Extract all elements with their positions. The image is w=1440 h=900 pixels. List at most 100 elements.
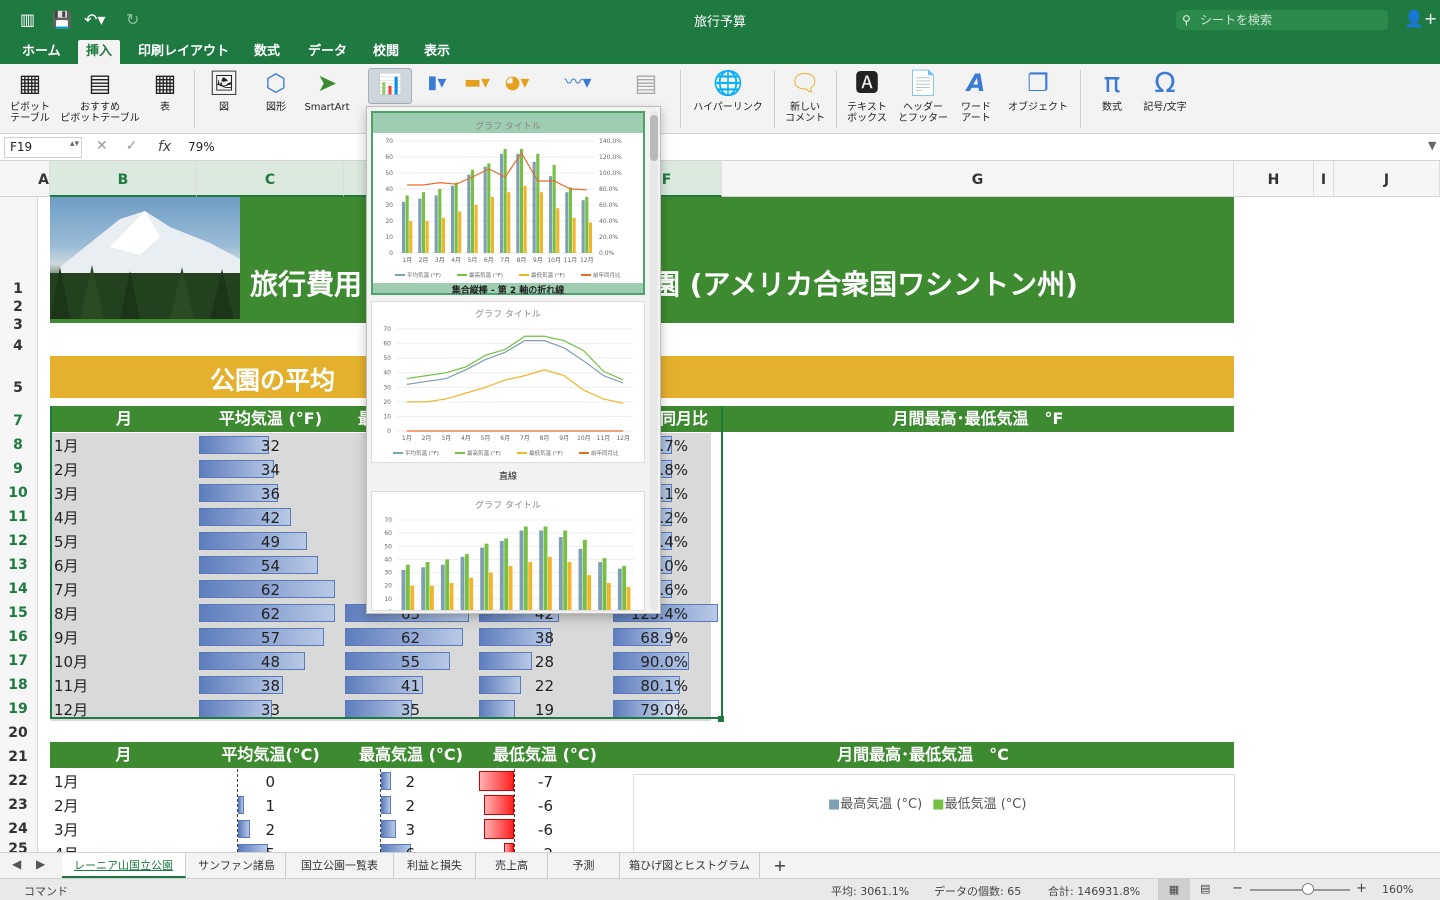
status-sum: 合計: 146931.8% [1048, 885, 1141, 898]
axis-dash-low [514, 769, 515, 852]
sheet-tab-parks[interactable]: 国立公園一覧表 [286, 853, 394, 878]
object-button[interactable]: ❐ オブジェクト [1004, 68, 1072, 113]
gallery-item-combo[interactable]: グラフ タイトル 0 10 20 30 40 50 60 70 0.0% 20.0% 40.0% 60… [371, 111, 645, 296]
smartart-button[interactable]: ➤ SmartArt [300, 68, 354, 113]
column-header-a[interactable]: A [38, 161, 50, 197]
low-c-cell[interactable]: -6 [515, 793, 553, 817]
fx-icon[interactable]: fx [158, 139, 171, 155]
column-header-h[interactable]: H [1234, 161, 1314, 197]
zoom-slider[interactable] [1250, 889, 1350, 891]
pivot-table-button[interactable]: ▦ ピボット テーブル [6, 68, 54, 124]
formula-expand-icon[interactable]: ▼ [1428, 139, 1436, 152]
bar-0-8 [558, 537, 563, 610]
pie-chart-button[interactable]: ◕▾ [500, 68, 534, 102]
column-header-i[interactable]: I [1314, 161, 1334, 197]
formula-input[interactable]: 79% [188, 140, 215, 154]
x-tick-label: 9月 [533, 257, 543, 264]
celsius-chart[interactable] [633, 774, 1235, 859]
high-c-cell[interactable]: 2 [380, 769, 415, 793]
column-header-j[interactable]: J [1334, 161, 1440, 197]
worksheet[interactable]: 旅行費用 園 (アメリカ合衆国ワシントン州) 公園の平均 月 平均気温 (°F)… [0, 197, 1440, 863]
table2-header-month[interactable]: 月 [50, 742, 197, 768]
column-chart-button[interactable]: ▮▾ [420, 68, 454, 102]
page-layout-view-icon[interactable]: ▤ [1200, 882, 1210, 895]
tab-formulas[interactable]: 数式 [246, 40, 288, 64]
table2-header-avg[interactable]: 平均気温(°C) [197, 742, 344, 768]
gallery-item-line[interactable]: グラフ タイトル 0 10 20 30 40 50 60 70 1月 2月 3月 4月 5月 6月 7月 8月… [371, 301, 645, 485]
bar-0-1 [421, 567, 426, 610]
title-bar: ▥ 💾 ↶▾ ↻ 旅行予算 ⚲ シートを検索 👤+ [0, 0, 1440, 40]
month-cell[interactable]: 3月 [54, 817, 79, 841]
low-c-negative-bar [484, 795, 514, 815]
high-c-cell[interactable]: 2 [380, 793, 415, 817]
sheet-tabs: ◀ ▶ レーニア山国立公園 サンファン諸島 国立公園一覧表 利益と損失 売上高 … [0, 852, 1440, 878]
namebox-stepper-icon[interactable]: ▴▾ [70, 139, 79, 149]
series-line-2 [406, 369, 624, 404]
equation-button[interactable]: π 数式 [1090, 68, 1134, 114]
table2-header-high[interactable]: 最高気温 (°C) [344, 742, 478, 768]
high-c-cell[interactable]: 3 [380, 817, 415, 841]
wordart-button[interactable]: A ワード アート [954, 68, 998, 124]
low-c-cell[interactable]: -6 [515, 817, 553, 841]
sheet-tab-rainier[interactable]: レーニア山国立公園 [62, 853, 186, 878]
x-tick-label: 8月 [540, 435, 550, 442]
prev-sheet-icon[interactable]: ◀ [12, 857, 21, 871]
symbol-button[interactable]: Ω 記号/文字 [1140, 66, 1190, 114]
tab-insert[interactable]: 挿入 [78, 40, 121, 64]
textbox-button[interactable]: 🅰 テキスト ボックス [842, 68, 892, 124]
column-header-b[interactable]: B [50, 161, 197, 197]
zoom-out-icon[interactable]: − [1232, 881, 1243, 896]
month-cell[interactable]: 1月 [54, 769, 79, 793]
sheet-tab-pl[interactable]: 利益と損失 [394, 853, 476, 878]
object-icon: ❐ [1027, 69, 1049, 97]
gallery-scrollbar[interactable] [650, 111, 658, 611]
low-c-cell[interactable]: -7 [515, 769, 553, 793]
bar-2-0 [410, 585, 415, 610]
fill-handle[interactable] [718, 716, 724, 722]
bar-0-10 [565, 192, 569, 253]
ribbon-divider [1080, 70, 1081, 128]
sheet-tab-sales[interactable]: 売上高 [476, 853, 548, 878]
formula-cancel-confirm-icons[interactable]: ✕✓ [96, 138, 155, 154]
next-sheet-icon[interactable]: ▶ [36, 857, 45, 871]
bar-1-4 [484, 543, 489, 610]
sheet-tab-forecast[interactable]: 予測 [548, 853, 620, 878]
tab-home[interactable]: ホーム [14, 40, 69, 64]
bar-1-0 [405, 564, 410, 610]
zoom-level[interactable]: 160% [1382, 883, 1413, 896]
month-cell[interactable]: 2月 [54, 793, 79, 817]
gallery-item-column[interactable]: グラフ タイトル 0102030405060701月2月3月4月5月6月7月8月… [371, 491, 645, 611]
gallery-scroll-thumb[interactable] [650, 115, 658, 161]
recommended-charts-button[interactable]: 📊 [368, 68, 412, 104]
bar-2-3 [458, 211, 462, 253]
sparkline-button[interactable]: 〰▾ [556, 68, 600, 102]
bar-1-7 [543, 526, 548, 610]
table-button[interactable]: ▦ 表 [146, 68, 184, 113]
mountain-photo[interactable] [50, 197, 240, 319]
column-header-c[interactable]: C [197, 161, 344, 197]
omega-icon: Ω [1154, 66, 1176, 99]
new-comment-button[interactable]: 🗨 新しい コメント [782, 68, 828, 124]
tab-data[interactable]: データ [300, 40, 355, 64]
shapes-button[interactable]: ⬡ 図形 [252, 68, 300, 113]
sheet-search-input[interactable]: ⚲ シートを検索 [1176, 10, 1388, 30]
table2-header-low[interactable]: 最低気温 (°C) [478, 742, 612, 768]
zoom-in-icon[interactable]: + [1356, 881, 1367, 896]
pictures-button[interactable]: 🖼 図 [200, 68, 248, 113]
bar-2-7 [523, 185, 527, 253]
tab-review[interactable]: 校閲 [365, 40, 407, 64]
hyperlink-button[interactable]: 🌐 ハイパーリンク [690, 68, 766, 113]
normal-view-icon[interactable]: ▦ [1158, 879, 1190, 900]
sheet-tab-boxplot[interactable]: 箱ひげ図とヒストグラム [620, 853, 760, 878]
zoom-slider-thumb[interactable] [1302, 883, 1314, 895]
yoy-line [407, 151, 587, 191]
add-sheet-button[interactable]: + [760, 853, 800, 878]
share-user-icon[interactable]: 👤+ [1404, 9, 1437, 28]
sheet-tab-sanjuan[interactable]: サンファン諸島 [188, 853, 286, 878]
column-header-g[interactable]: G [722, 161, 1234, 197]
recommended-pivot-button[interactable]: ▤ おすすめ ピボットテーブル [56, 68, 144, 124]
tab-view[interactable]: 表示 [416, 40, 458, 64]
bar-chart-button[interactable]: ▬▾ [460, 68, 494, 102]
header-footer-button[interactable]: 📄 ヘッダー とフッター [896, 68, 950, 124]
tab-page-layout[interactable]: 印刷レイアウト [130, 40, 237, 64]
